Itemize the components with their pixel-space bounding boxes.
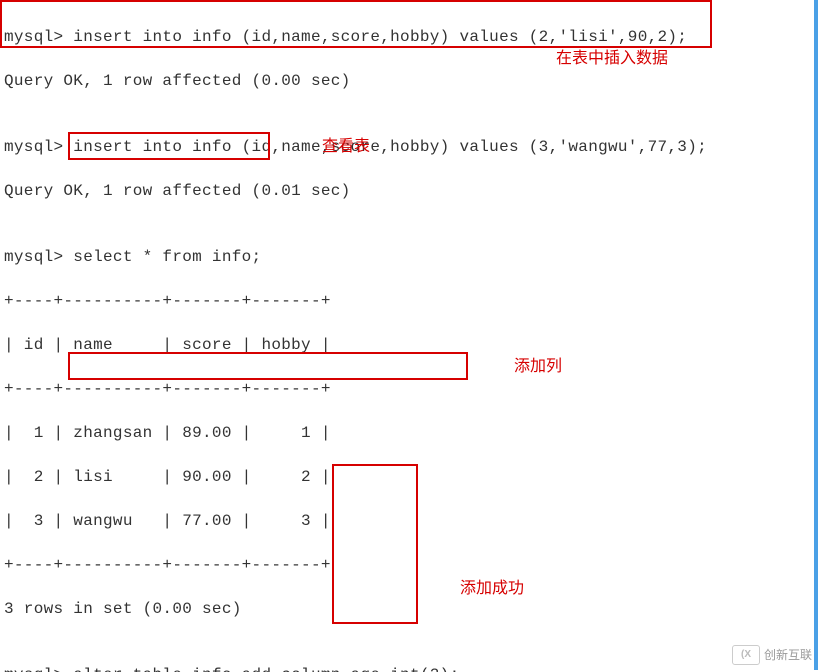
watermark-logo-icon: (X xyxy=(732,645,760,665)
table-row: | 1 | zhangsan | 89.00 | 1 | xyxy=(4,422,707,444)
table-header: | id | name | score | hobby | xyxy=(4,334,707,356)
sql-insert-line: mysql> insert into info (id,name,score,h… xyxy=(4,136,707,158)
rows-summary: 3 rows in set (0.00 sec) xyxy=(4,598,707,620)
table-row: | 3 | wangwu | 77.00 | 3 | xyxy=(4,510,707,532)
sql-insert-line: mysql> insert into info (id,name,score,h… xyxy=(4,26,707,48)
table-border: +----+----------+-------+-------+ xyxy=(4,290,707,312)
watermark-text: 创新互联 xyxy=(764,644,812,666)
scrollbar-indicator xyxy=(814,0,818,670)
terminal-output: mysql> insert into info (id,name,score,h… xyxy=(4,4,707,672)
query-result-line: Query OK, 1 row affected (0.00 sec) xyxy=(4,70,707,92)
query-result-line: Query OK, 1 row affected (0.01 sec) xyxy=(4,180,707,202)
watermark: (X 创新互联 xyxy=(732,644,812,666)
table-border: +----+----------+-------+-------+ xyxy=(4,554,707,576)
sql-alter-line: mysql> alter table info add column age i… xyxy=(4,664,707,672)
sql-select-line: mysql> select * from info; xyxy=(4,246,707,268)
table-row: | 2 | lisi | 90.00 | 2 | xyxy=(4,466,707,488)
table-border: +----+----------+-------+-------+ xyxy=(4,378,707,400)
